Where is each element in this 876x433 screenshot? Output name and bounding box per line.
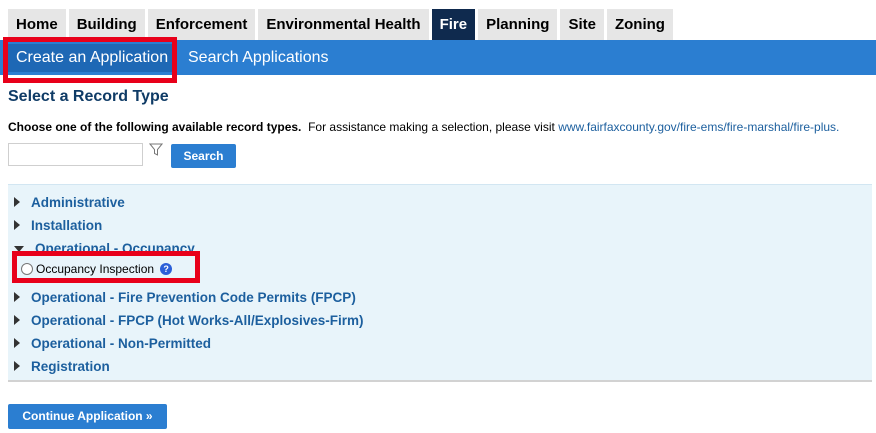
record-type-operational-fpcp[interactable]: Operational - Fire Prevention Code Permi… [14,288,356,306]
record-type-label: Operational - FPCP (Hot Works-All/Explos… [31,312,364,328]
record-type-operational-occupancy[interactable]: Operational - Occupancy [14,239,195,257]
record-type-administrative[interactable]: Administrative [14,193,125,211]
tab-building[interactable]: Building [68,9,145,40]
instructions-text: Choose one of the following available re… [8,120,839,134]
occupancy-inspection-radio[interactable] [21,263,33,275]
tab-fire-label: Fire [439,16,468,33]
tab-environmental-health[interactable]: Environmental Health [258,9,429,40]
record-type-panel: Administrative Installation Operational … [8,184,872,382]
record-type-registration[interactable]: Registration [14,357,110,375]
tab-enforcement[interactable]: Enforcement [147,9,256,40]
occupancy-inspection-label: Occupancy Inspection [36,262,155,276]
sub-navigation-bar: Create an Application Search Application… [0,40,876,75]
tab-site[interactable]: Site [560,9,604,40]
instructions-bold: Choose one of the following available re… [8,120,302,134]
tab-zoning[interactable]: Zoning [606,9,673,40]
fire-plus-link[interactable]: www.fairfaxcounty.gov/fire-ems/fire-mars… [558,120,839,134]
expand-arrow-icon [14,338,20,348]
page-title: Select a Record Type [8,88,169,105]
expand-arrow-icon [14,197,20,207]
record-type-label: Operational - Fire Prevention Code Permi… [31,289,356,305]
tab-fire[interactable]: Fire [431,9,476,47]
record-type-label: Installation [31,217,103,233]
instructions-normal: For assistance making a selection, pleas… [308,120,555,134]
collapse-arrow-icon [14,246,24,252]
tab-home[interactable]: Home [8,9,66,40]
help-icon[interactable]: ? [160,263,173,275]
occupancy-inspection-option[interactable]: Occupancy Inspection ? [21,260,173,278]
record-type-operational-non-permitted[interactable]: Operational - Non-Permitted [14,334,211,352]
record-type-search-input[interactable] [8,143,143,166]
expand-arrow-icon [14,220,20,230]
filter-icon[interactable] [149,143,163,157]
search-applications-link[interactable]: Search Applications [188,40,329,75]
record-type-installation[interactable]: Installation [14,216,102,234]
continue-application-button[interactable]: Continue Application » [8,404,167,429]
record-type-label: Administrative [31,194,125,210]
tab-planning[interactable]: Planning [478,9,558,40]
expand-arrow-icon [14,292,20,302]
main-tab-bar: Home Building Enforcement Environmental … [8,9,673,47]
record-type-label: Registration [31,358,110,374]
record-type-label: Operational - Non-Permitted [31,335,212,351]
expand-arrow-icon [14,315,20,325]
expand-arrow-icon [14,361,20,371]
record-type-label: Operational - Occupancy [35,240,195,256]
search-button[interactable]: Search [171,144,236,168]
record-type-operational-fpcp-hot-works[interactable]: Operational - FPCP (Hot Works-All/Explos… [14,311,364,329]
create-application-link[interactable]: Create an Application [8,44,177,72]
